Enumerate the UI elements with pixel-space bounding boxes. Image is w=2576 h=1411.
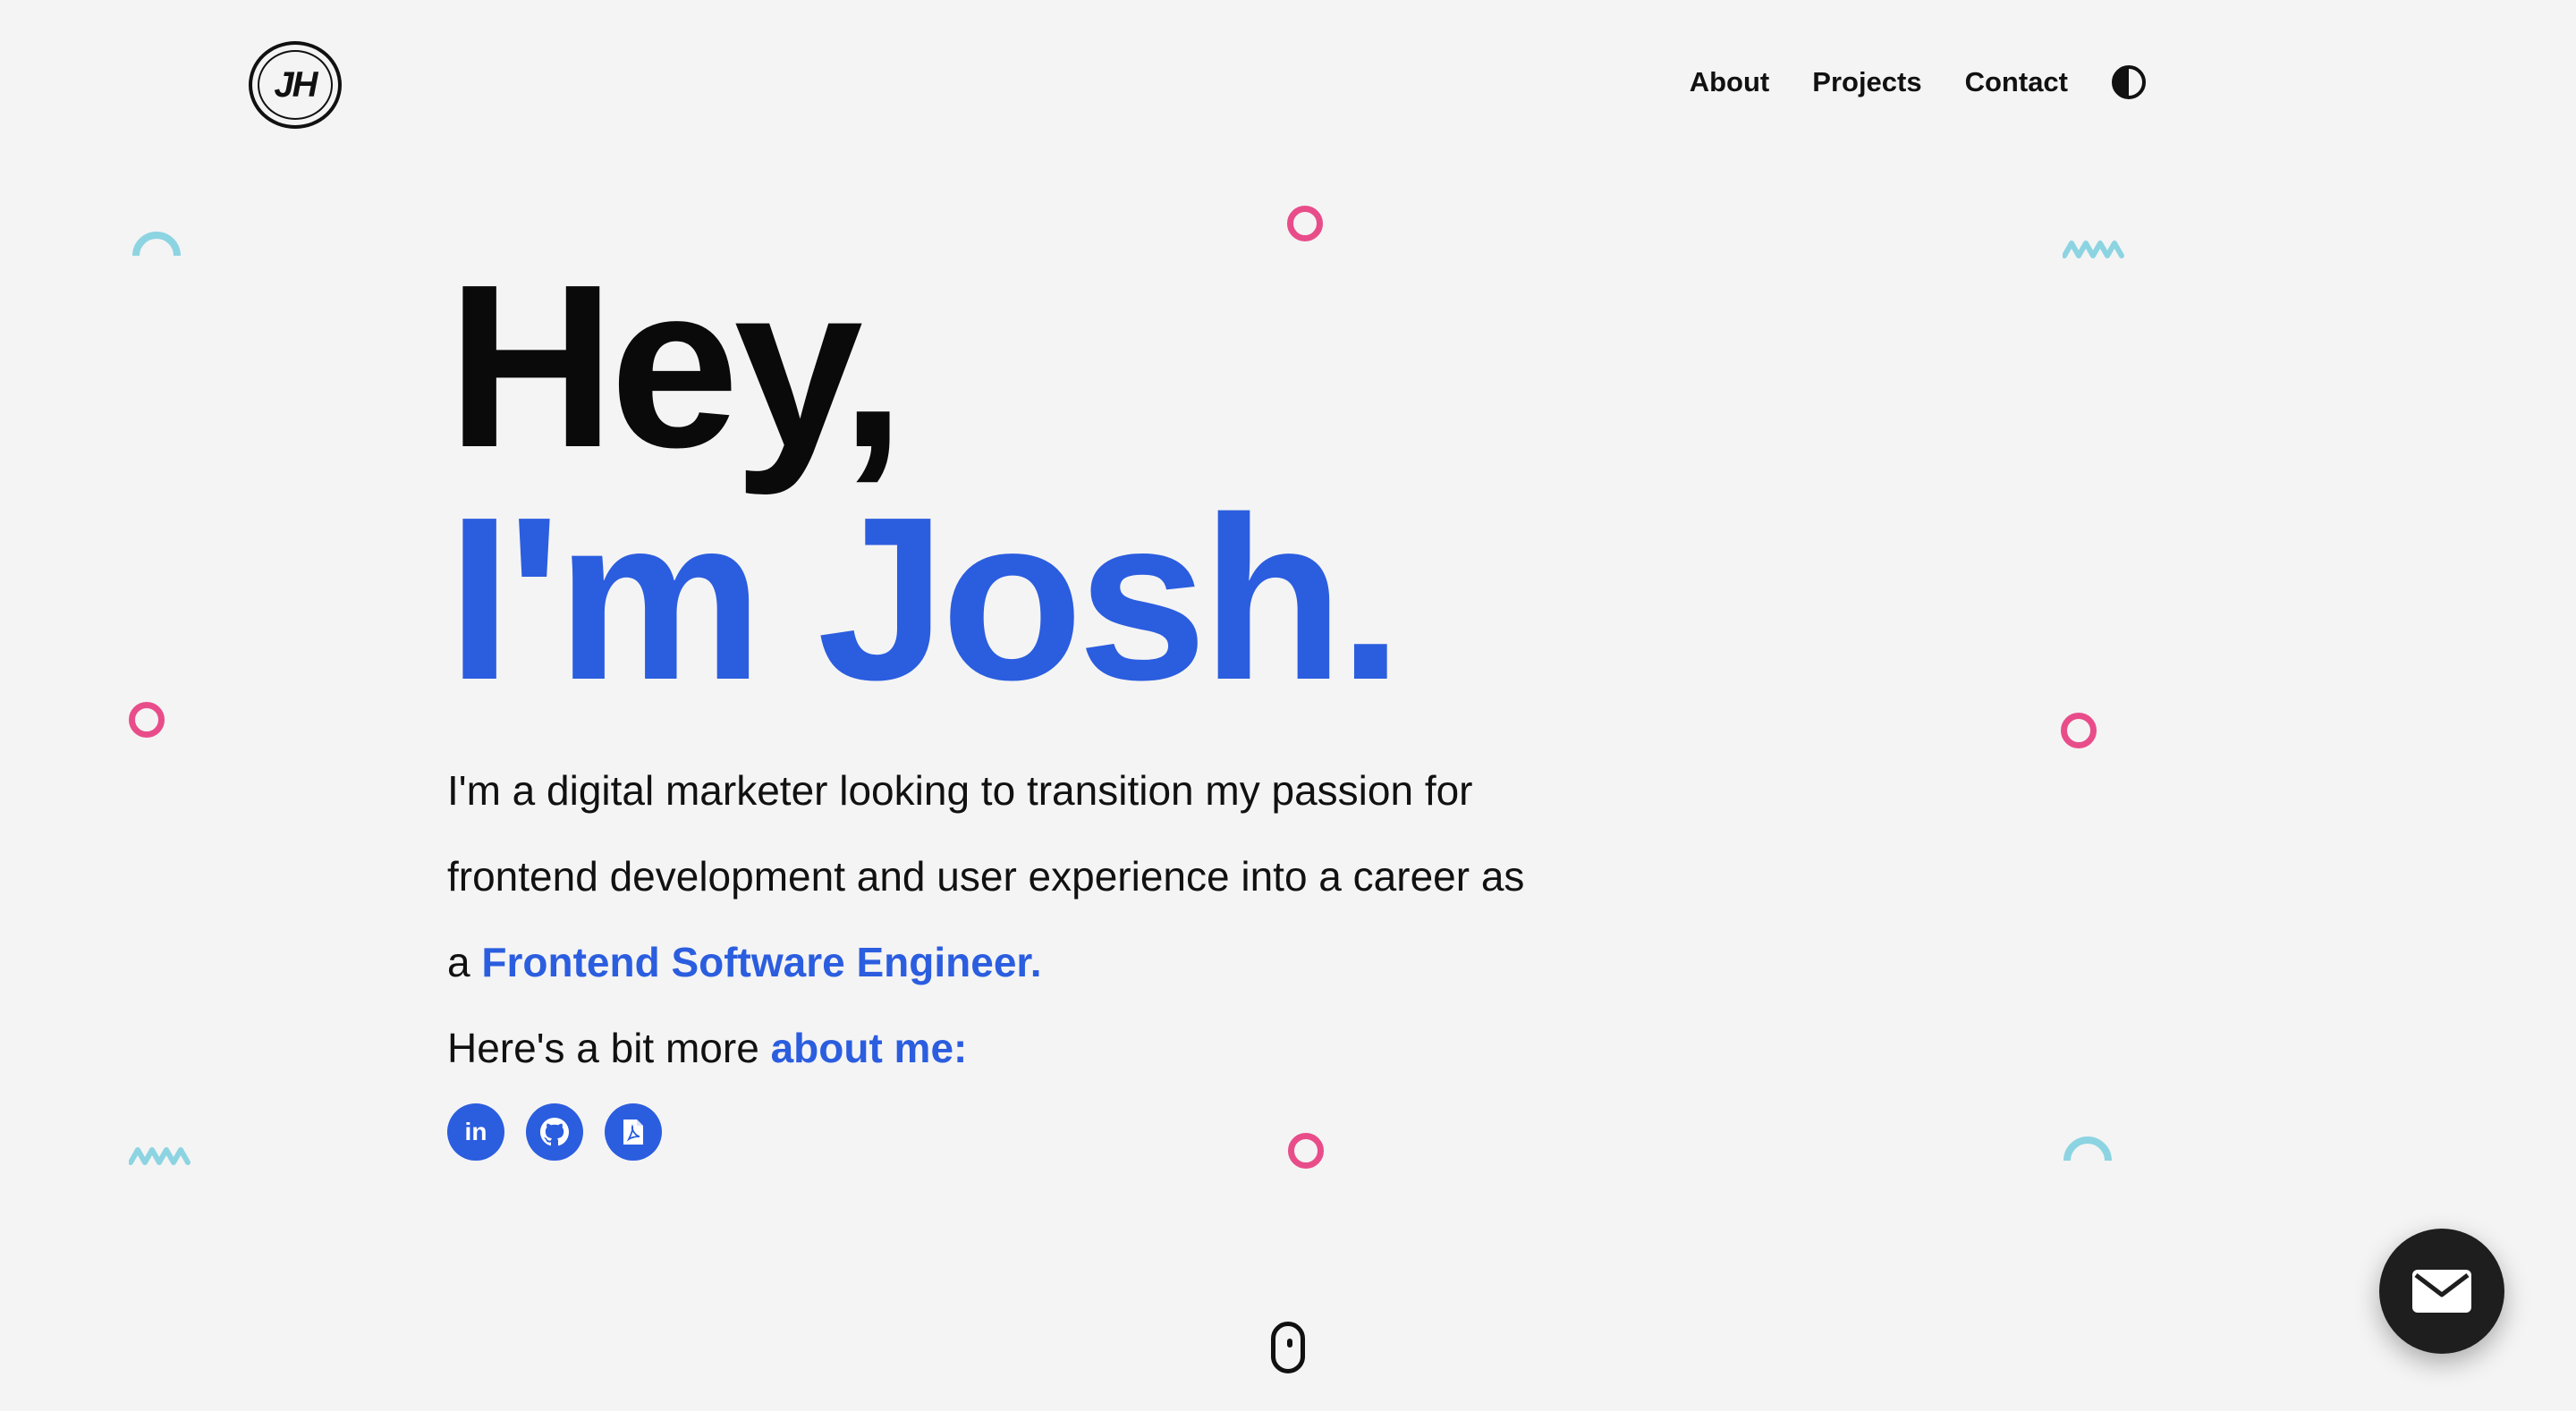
mail-fab-button[interactable] bbox=[2379, 1229, 2504, 1354]
decor-ring bbox=[129, 702, 165, 738]
linkedin-button[interactable]: in bbox=[447, 1103, 504, 1161]
decor-arc bbox=[2063, 1136, 2112, 1162]
linkedin-icon: in bbox=[464, 1118, 487, 1145]
decor-zigzag bbox=[2063, 241, 2124, 258]
nav-about[interactable]: About bbox=[1690, 66, 1770, 98]
pdf-resume-icon bbox=[623, 1120, 643, 1145]
decor-ring bbox=[1287, 206, 1323, 241]
hero-name: I'm Josh. bbox=[447, 469, 1403, 729]
about-me-link[interactable]: about me: bbox=[771, 1025, 968, 1071]
contrast-icon[interactable] bbox=[2111, 64, 2147, 100]
hero-greeting: Hey, bbox=[447, 237, 905, 496]
decor-ring bbox=[1288, 1133, 1324, 1169]
mouse-wheel-dot bbox=[1287, 1339, 1292, 1348]
decor-zigzag bbox=[129, 1147, 191, 1165]
intro-role-highlight: Frontend Software Engineer. bbox=[481, 939, 1042, 985]
social-links: in bbox=[447, 1103, 1699, 1161]
more-text: Here's a bit more bbox=[447, 1025, 771, 1071]
nav-projects[interactable]: Projects bbox=[1812, 66, 1921, 98]
hero-section: Hey, I'm Josh. I'm a digital marketer lo… bbox=[447, 250, 1699, 1161]
resume-pdf-button[interactable] bbox=[605, 1103, 662, 1161]
about-me-prompt: Here's a bit more about me: bbox=[447, 1005, 1699, 1091]
nav-contact[interactable]: Contact bbox=[1965, 66, 2068, 98]
github-button[interactable] bbox=[526, 1103, 583, 1161]
decor-arc bbox=[132, 232, 181, 257]
intro-paragraph: I'm a digital marketer looking to transi… bbox=[447, 748, 1538, 1005]
mouse-scroll-icon[interactable] bbox=[1271, 1322, 1305, 1373]
logo[interactable]: JH bbox=[249, 41, 342, 129]
logo-text: JH bbox=[274, 64, 318, 105]
main-nav: About Projects Contact bbox=[1690, 64, 2147, 100]
github-icon bbox=[540, 1118, 569, 1146]
mail-icon bbox=[2412, 1270, 2471, 1313]
decor-ring bbox=[2061, 713, 2097, 748]
